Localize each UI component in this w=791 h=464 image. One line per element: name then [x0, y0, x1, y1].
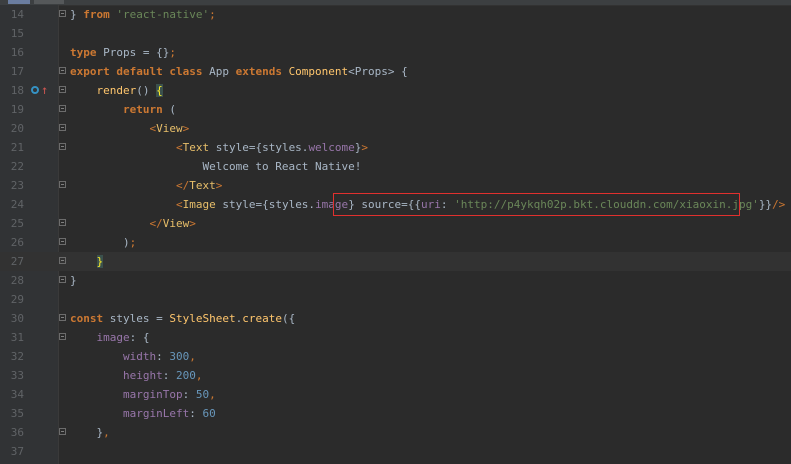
- fold-marker-icon[interactable]: [59, 333, 66, 340]
- line-number: 36: [10, 426, 24, 439]
- line-number: 23: [10, 179, 24, 192]
- code-editor[interactable]: 14 } from 'react-native'; 15 16 type Props =…: [0, 5, 791, 464]
- code-line[interactable]: 22 Welcome to React Native!: [0, 157, 791, 176]
- code-text: image: {: [96, 331, 150, 344]
- code-line[interactable]: 29: [0, 290, 791, 309]
- code-text: export default class App extends Compone…: [70, 65, 408, 78]
- code-line[interactable]: 28}: [0, 271, 791, 290]
- fold-marker-icon[interactable]: [59, 86, 66, 93]
- line-number: 33: [10, 369, 24, 382]
- fold-marker-icon[interactable]: [59, 257, 66, 264]
- fold-marker-icon[interactable]: [59, 124, 66, 131]
- code-text: <Text style={styles.welcome}>: [175, 141, 369, 154]
- code-text: }: [70, 274, 77, 287]
- code-text: </Text>: [175, 179, 223, 192]
- code-line[interactable]: 25 </View>: [0, 214, 791, 233]
- line-number: 26: [10, 236, 24, 249]
- code-text: marginTop: 50,: [122, 388, 216, 401]
- line-number: 22: [10, 160, 24, 173]
- fold-marker-icon[interactable]: [59, 219, 66, 226]
- code-text: render() {: [96, 84, 163, 97]
- code-line[interactable]: 36 },: [0, 423, 791, 442]
- fold-marker-icon[interactable]: [59, 67, 66, 74]
- code-line[interactable]: 30 const styles = StyleSheet.create({: [0, 309, 791, 328]
- fold-marker-icon[interactable]: [59, 428, 66, 435]
- line-number: 34: [10, 388, 24, 401]
- line-number: 15: [10, 27, 24, 40]
- line-number: 31: [10, 331, 24, 344]
- fold-marker-icon[interactable]: [59, 105, 66, 112]
- code-text: type Props = {};: [70, 46, 176, 59]
- code-line[interactable]: 31 image: {: [0, 328, 791, 347]
- fold-marker-icon[interactable]: [59, 314, 66, 321]
- code-text: </View>: [149, 217, 196, 230]
- line-number: 21: [10, 141, 24, 154]
- line-number: 35: [10, 407, 24, 420]
- code-text: <View>: [149, 122, 190, 135]
- line-number: 27: [10, 255, 24, 268]
- code-line[interactable]: 15: [0, 24, 791, 43]
- line-number: 28: [10, 274, 24, 287]
- code-line[interactable]: 18 render() {: [0, 81, 791, 100]
- fold-marker-icon[interactable]: [59, 181, 66, 188]
- line-number: 18: [10, 84, 24, 97]
- code-text: width: 300,: [122, 350, 196, 363]
- code-line[interactable]: 17 export default class App extends Compo…: [0, 62, 791, 81]
- code-text: return (: [122, 103, 176, 116]
- file-tab-icon: [8, 0, 30, 4]
- code-text: Welcome to React Native!: [202, 160, 362, 173]
- code-line[interactable]: 16 type Props = {};: [0, 43, 791, 62]
- line-number: 19: [10, 103, 24, 116]
- code-line[interactable]: 21 <Text style={styles.welcome}>: [0, 138, 791, 157]
- fold-marker-icon[interactable]: [59, 238, 66, 245]
- code-text: height: 200,: [122, 369, 203, 382]
- code-line[interactable]: 34 marginTop: 50,: [0, 385, 791, 404]
- code-line[interactable]: 33 height: 200,: [0, 366, 791, 385]
- annotation-highlight-box: [333, 193, 740, 216]
- line-number: 37: [10, 445, 24, 458]
- line-number: 30: [10, 312, 24, 325]
- line-number: 14: [10, 8, 24, 21]
- code-line[interactable]: 19 return (: [0, 100, 791, 119]
- code-text: );: [70, 236, 137, 249]
- line-number: 17: [10, 65, 24, 78]
- code-text: const styles = StyleSheet.create({: [70, 312, 296, 325]
- code-text: },: [70, 426, 110, 439]
- code-line[interactable]: 37: [0, 442, 791, 461]
- line-number: 32: [10, 350, 24, 363]
- code-line[interactable]: 14 } from 'react-native';: [0, 5, 791, 24]
- code-text: marginLeft: 60: [122, 407, 216, 420]
- line-number: 25: [10, 217, 24, 230]
- line-number: 24: [10, 198, 24, 211]
- fold-marker-icon[interactable]: [59, 143, 66, 150]
- code-text: }: [96, 255, 104, 268]
- line-number: 29: [10, 293, 24, 306]
- line-number: 20: [10, 122, 24, 135]
- line-number: 16: [10, 46, 24, 59]
- override-method-icon[interactable]: ↑: [31, 84, 49, 97]
- code-line[interactable]: 27 }: [0, 252, 791, 271]
- code-line[interactable]: 26 );: [0, 233, 791, 252]
- fold-marker-icon[interactable]: [59, 10, 66, 17]
- code-line[interactable]: 35 marginLeft: 60: [0, 404, 791, 423]
- fold-marker-icon[interactable]: [59, 276, 66, 283]
- file-tab[interactable]: [34, 0, 64, 4]
- code-line[interactable]: 20 <View>: [0, 119, 791, 138]
- code-line[interactable]: 32 width: 300,: [0, 347, 791, 366]
- code-text: } from 'react-native';: [70, 8, 216, 21]
